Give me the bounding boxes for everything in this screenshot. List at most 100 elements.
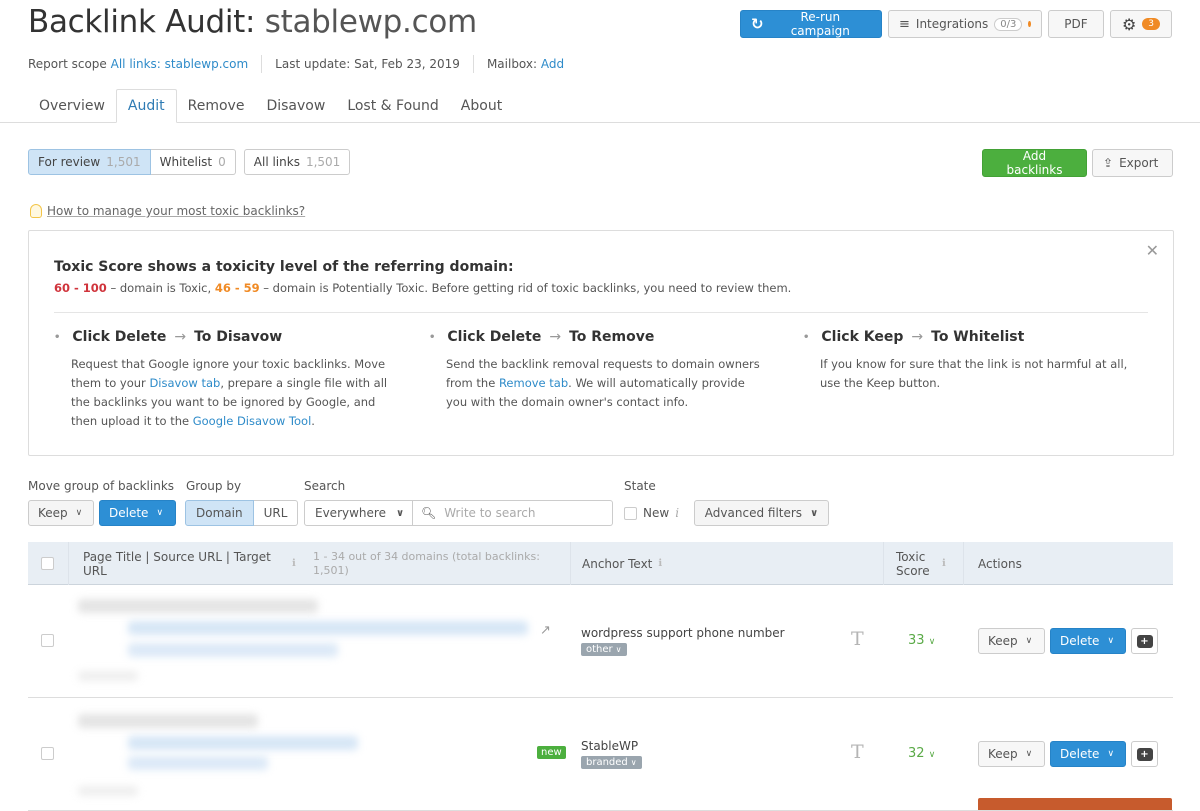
info-icon[interactable]: i [675, 506, 679, 520]
advanced-filters-dropdown[interactable]: Advanced filters ∨ [694, 500, 829, 526]
info-icon[interactable]: ℹ [936, 542, 946, 585]
search-input[interactable] [444, 506, 604, 520]
state-new-filter: New i [624, 500, 679, 526]
export-button[interactable]: ⇪ Export [1092, 149, 1173, 177]
rerun-label: Re-run campaign [790, 10, 850, 38]
group-by-toggle: Domain URL [185, 500, 299, 526]
column-page-title[interactable]: Page Title | Source URL | Target URL [83, 542, 283, 585]
info-icon[interactable]: ℹ [286, 542, 296, 585]
report-scope-link[interactable]: All links: stablewp.com [111, 57, 249, 71]
close-icon[interactable]: ✕ [1146, 241, 1159, 260]
remove-tab-link[interactable]: Remove tab [499, 376, 568, 390]
comment-plus-icon: + [1136, 634, 1153, 648]
google-disavow-tool-link[interactable]: Google Disavow Tool [193, 414, 312, 428]
pdf-label: PDF [1064, 17, 1088, 31]
status-dot [1028, 21, 1031, 27]
row-checkbox[interactable] [41, 634, 54, 647]
anchor-cell: wordpress support phone number other ∨ [581, 626, 785, 656]
anchor-type-tag[interactable]: branded ∨ [581, 756, 642, 769]
integrations-button[interactable]: ≡ Integrations 0/3 [888, 10, 1042, 38]
settings-button[interactable]: ⚙ 3 [1110, 10, 1172, 38]
add-comment-button[interactable]: + [1131, 741, 1158, 767]
add-comment-button[interactable]: + [1131, 628, 1158, 654]
blurred-target-url[interactable] [128, 756, 268, 770]
external-link-icon[interactable]: ↗ [540, 623, 551, 638]
toxic-score-value: 32 [908, 746, 925, 761]
table-row: new StableWP branded ∨ T 32 ∨ Keep ∨ Delet… [28, 698, 1173, 811]
mailbox-add-link[interactable]: Add [541, 57, 564, 71]
info-heading: Toxic Score shows a toxicity level of th… [54, 259, 514, 275]
filter-for-review[interactable]: For review 1,501 [28, 149, 151, 175]
blurred-target-url[interactable] [128, 643, 338, 657]
row-checkbox[interactable] [41, 747, 54, 760]
help-widget-bar[interactable] [978, 798, 1172, 810]
info-column-text: If you know for sure that the link is no… [820, 355, 1143, 393]
search-group: Everywhere ∨ 🔍︎ [304, 500, 613, 526]
group-by-url[interactable]: URL [253, 500, 299, 526]
result-label: To Whitelist [931, 329, 1025, 345]
integrations-label: Integrations [915, 17, 989, 31]
blurred-meta [78, 671, 138, 681]
filter-all-links[interactable]: All links 1,501 [243, 149, 351, 175]
search-scope-select[interactable]: Everywhere ∨ [304, 500, 413, 526]
report-scope-label: Report scope [28, 57, 107, 71]
group-by-label: Group by [186, 479, 242, 493]
anchor-cell: StableWP branded ∨ [581, 739, 642, 769]
integrations-count: 0/3 [994, 17, 1023, 31]
keep-dropdown[interactable]: Keep ∨ [978, 741, 1045, 767]
divider [261, 55, 263, 73]
list-add-icon: ≡ [899, 16, 910, 32]
select-all-checkbox[interactable] [41, 557, 54, 570]
toxic-score[interactable]: 33 ∨ [908, 633, 935, 648]
for-review-label: For review [38, 155, 101, 169]
info-column-whitelist: • Click Keep → To Whitelist If you know for… [803, 329, 1143, 393]
howto-link[interactable]: How to manage your most toxic backlinks? [30, 204, 305, 218]
whitelist-count: 0 [218, 155, 226, 169]
pdf-button[interactable]: PDF [1048, 10, 1104, 38]
row-actions: Keep ∨ Delete ∨ + [978, 628, 1158, 654]
group-by-domain[interactable]: Domain [185, 500, 254, 526]
info-subtext: 60 - 100 – domain is Toxic, 46 - 59 – do… [54, 281, 791, 295]
disavow-tab-link[interactable]: Disavow tab [149, 376, 220, 390]
page-title: Backlink Audit: stablewp.com [28, 4, 477, 40]
title-domain: stablewp.com [264, 4, 477, 40]
toxic-range-text: – domain is Toxic, [106, 281, 215, 295]
keep-dropdown[interactable]: Keep ∨ [978, 628, 1045, 654]
info-column-remove: • Click Delete → To Remove Send the backlin… [429, 329, 769, 412]
delete-group-dropdown[interactable]: Delete ∨ [99, 500, 176, 526]
tab-lost-found[interactable]: Lost & Found [336, 89, 449, 123]
new-checkbox[interactable] [624, 506, 637, 520]
anchor-type-tag[interactable]: other ∨ [581, 643, 627, 656]
delete-dropdown[interactable]: Delete ∨ [1050, 628, 1126, 654]
column-anchor-text[interactable]: Anchor Text ℹ [582, 542, 662, 585]
chevron-down-icon: ∨ [630, 758, 637, 767]
chevron-down-icon: ∨ [1107, 749, 1115, 759]
text: . [311, 414, 315, 428]
tab-overview[interactable]: Overview [28, 89, 116, 123]
anchor-text: wordpress support phone number [581, 626, 785, 640]
comment-plus-icon: + [1136, 747, 1153, 761]
tab-audit[interactable]: Audit [115, 89, 177, 123]
delete-dropdown[interactable]: Delete ∨ [1050, 741, 1126, 767]
potential-range: 46 - 59 [214, 281, 260, 295]
move-group-controls: Keep ∨ Delete ∨ [28, 500, 176, 526]
column-toxic-score[interactable]: Toxic Score [896, 542, 936, 585]
divider [883, 542, 884, 585]
divider [472, 55, 474, 73]
blurred-source-url[interactable] [128, 736, 358, 750]
toxic-score[interactable]: 32 ∨ [908, 746, 935, 761]
filter-whitelist[interactable]: Whitelist 0 [150, 149, 236, 175]
review-filter: For review 1,501 Whitelist 0 All links 1… [28, 149, 351, 175]
keep-group-dropdown[interactable]: Keep ∨ [28, 500, 94, 526]
add-backlinks-button[interactable]: Add backlinks [982, 149, 1087, 177]
potential-range-text: – domain is Potentially Toxic. Before ge… [259, 281, 792, 295]
delete-label: Delete [109, 506, 149, 520]
blurred-source-url[interactable] [128, 621, 528, 635]
rerun-campaign-button[interactable]: ↻ Re-run campaign [740, 10, 882, 38]
settings-badge: 3 [1142, 18, 1161, 30]
divider [68, 542, 69, 585]
tab-about[interactable]: About [450, 89, 513, 123]
tab-disavow[interactable]: Disavow [255, 89, 336, 123]
text: If you know for sure that the link is no… [820, 357, 1128, 390]
tab-remove[interactable]: Remove [177, 89, 256, 123]
